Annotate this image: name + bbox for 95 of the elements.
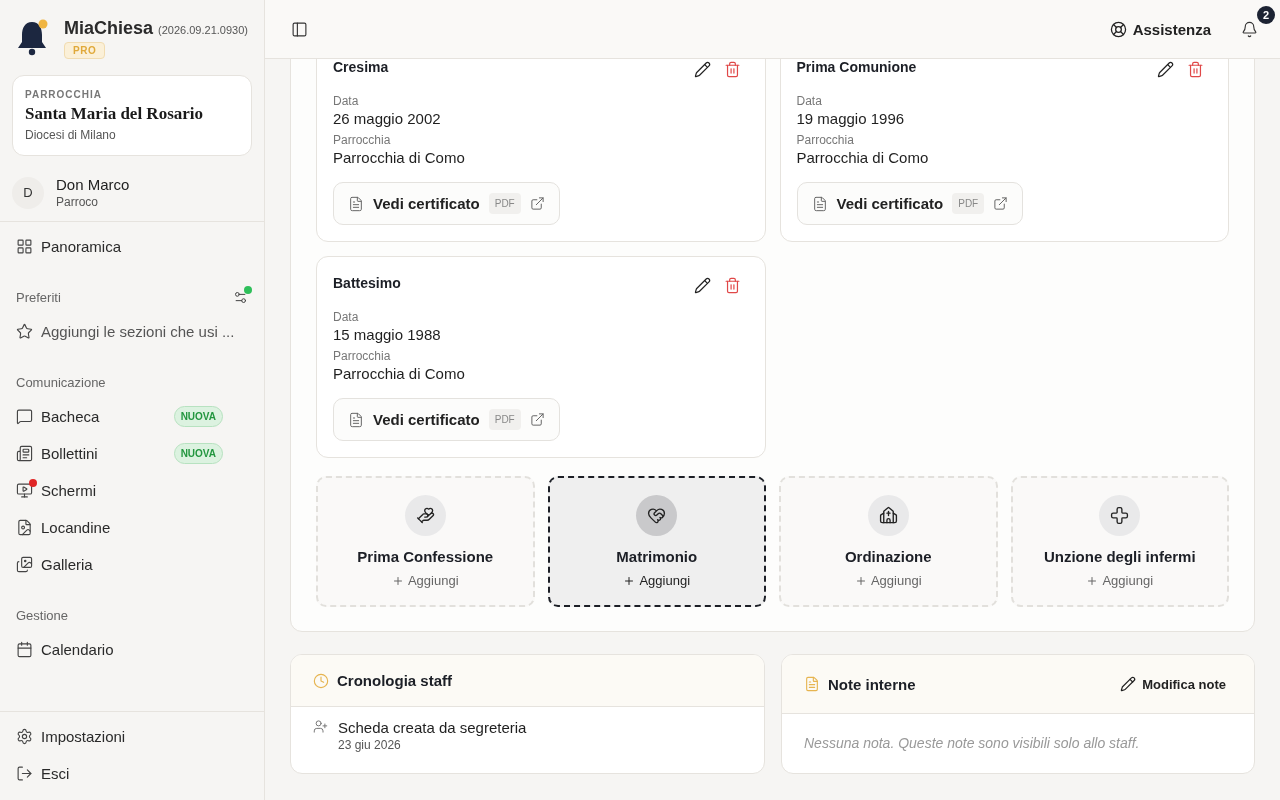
field-value: 15 maggio 1988 <box>333 326 442 343</box>
app-name: MiaChiesa <box>64 18 154 39</box>
parish-name: Santa Maria del Rosario <box>25 104 205 124</box>
field-label: Data <box>796 94 823 108</box>
external-link-icon <box>529 196 545 211</box>
parish-label: PARROCCHIA <box>25 89 104 100</box>
sacrament-icon <box>1099 495 1141 536</box>
sacrament-name: Unzione degli infermi <box>1043 548 1196 565</box>
edit-notes-button[interactable]: Modifica note <box>1114 675 1232 693</box>
add-label: Aggiungi <box>1102 573 1154 588</box>
format-tag: PDF <box>488 409 521 430</box>
timeline-entry: Scheda creata da segreteria <box>338 719 527 736</box>
field-value: Parrocchia di Como <box>796 149 930 166</box>
pencil-icon <box>1120 676 1137 692</box>
clock-icon <box>313 672 329 689</box>
nav-item[interactable]: Locandine <box>0 509 264 546</box>
plus-icon <box>854 574 867 587</box>
field-label: Data <box>333 94 360 108</box>
new-badge: NUOVA <box>173 443 223 464</box>
nav-item[interactable]: Bacheca NUOVA <box>0 398 264 435</box>
add-sacrament-card[interactable]: Matrimonio Aggiungi <box>547 476 766 607</box>
field-label: Parrocchia <box>333 133 392 147</box>
certificate-button[interactable]: Vedi certificato PDF <box>333 398 560 441</box>
app-version: (2026.09.21.0930) <box>158 24 248 36</box>
plus-icon <box>1086 574 1099 587</box>
field-label: Parrocchia <box>333 349 392 363</box>
add-label: Aggiungi <box>407 573 459 588</box>
document-icon <box>804 676 820 692</box>
add-sacrament-card[interactable]: Ordinazione Aggiungi <box>779 476 998 607</box>
plus-icon <box>391 574 404 587</box>
certificate-button[interactable]: Vedi certificato PDF <box>796 182 1024 225</box>
nav-item[interactable]: Panoramica <box>0 228 264 265</box>
user-avatar: D <box>12 176 44 209</box>
notification-count: 2 <box>1257 5 1275 24</box>
section-title: Preferiti <box>16 289 61 305</box>
card-title: Cronologia staff <box>337 672 452 689</box>
nav-item[interactable]: Calendario <box>0 631 264 668</box>
field-value: 19 maggio 1996 <box>796 110 906 127</box>
document-icon <box>811 195 828 212</box>
document-icon <box>348 195 364 212</box>
edit-icon[interactable] <box>693 61 711 78</box>
add-favorites-link[interactable]: Aggiungi le sezioni che usi ... <box>0 313 264 350</box>
add-sacrament-card[interactable]: Unzione degli infermi Aggiungi <box>1010 476 1229 607</box>
delete-icon[interactable] <box>723 277 741 294</box>
user-role: Parroco <box>56 195 100 209</box>
sacrament-icon <box>404 495 446 536</box>
nav-item[interactable]: Galleria <box>0 546 264 583</box>
new-badge: NUOVA <box>173 406 223 427</box>
section-title: Comunicazione <box>16 374 106 390</box>
timeline-date: 23 giu 2026 <box>338 738 402 752</box>
diocese-name: Diocesi di Milano <box>25 128 117 142</box>
nav-item[interactable]: Impostazioni <box>0 718 264 755</box>
field-value: Parrocchia di Como <box>333 365 466 382</box>
sacrament-icon <box>867 495 909 536</box>
delete-icon[interactable] <box>1187 61 1204 78</box>
document-icon <box>348 411 364 428</box>
help-button[interactable]: Assistenza <box>1103 19 1217 39</box>
bell-logo-icon <box>16 18 50 58</box>
format-tag: PDF <box>488 193 521 214</box>
card-title: Note interne <box>828 675 916 693</box>
sacrament-icon <box>636 495 678 536</box>
add-sacrament-card[interactable]: Prima Confessione Aggiungi <box>316 476 535 607</box>
nav-item[interactable]: Esci <box>0 755 264 792</box>
edit-icon[interactable] <box>1157 61 1174 78</box>
sacrament-title: Cresima <box>333 59 389 75</box>
external-link-icon <box>529 412 545 427</box>
field-label: Parrocchia <box>796 133 855 147</box>
sacrament-name: Prima Confessione <box>357 548 494 565</box>
grid-icon <box>16 238 33 255</box>
add-label: Aggiungi <box>870 573 922 588</box>
external-link-icon <box>993 196 1009 211</box>
lifebuoy-icon <box>1109 20 1127 38</box>
empty-notes-text: Nessuna nota. Queste note sono visibili solo allo staff. <box>803 734 1141 753</box>
logout-icon <box>16 765 33 782</box>
plus-icon <box>623 574 636 587</box>
field-value: 26 maggio 2002 <box>333 110 442 127</box>
nav-item[interactable]: Schermi <box>0 472 264 509</box>
settings-icon <box>16 728 33 745</box>
sacrament-title: Battesimo <box>333 275 401 291</box>
user-name: Don Marco <box>56 176 130 193</box>
notifications-icon[interactable] <box>1241 20 1258 38</box>
user-add-icon <box>313 719 328 734</box>
plan-badge: PRO <box>64 42 106 59</box>
sacrament-name: Matrimonio <box>616 548 698 565</box>
field-label: Data <box>333 310 360 324</box>
add-label: Aggiungi <box>639 573 691 588</box>
edit-icon[interactable] <box>693 277 711 294</box>
delete-icon[interactable] <box>723 61 741 78</box>
nav-item[interactable]: Bollettini NUOVA <box>0 435 264 472</box>
sacrament-title: Prima Comunione <box>796 59 917 75</box>
sacrament-name: Ordinazione <box>844 548 932 565</box>
certificate-button[interactable]: Vedi certificato PDF <box>333 182 560 225</box>
section-title: Gestione <box>16 607 69 623</box>
format-tag: PDF <box>952 193 985 214</box>
field-value: Parrocchia di Como <box>333 149 466 166</box>
